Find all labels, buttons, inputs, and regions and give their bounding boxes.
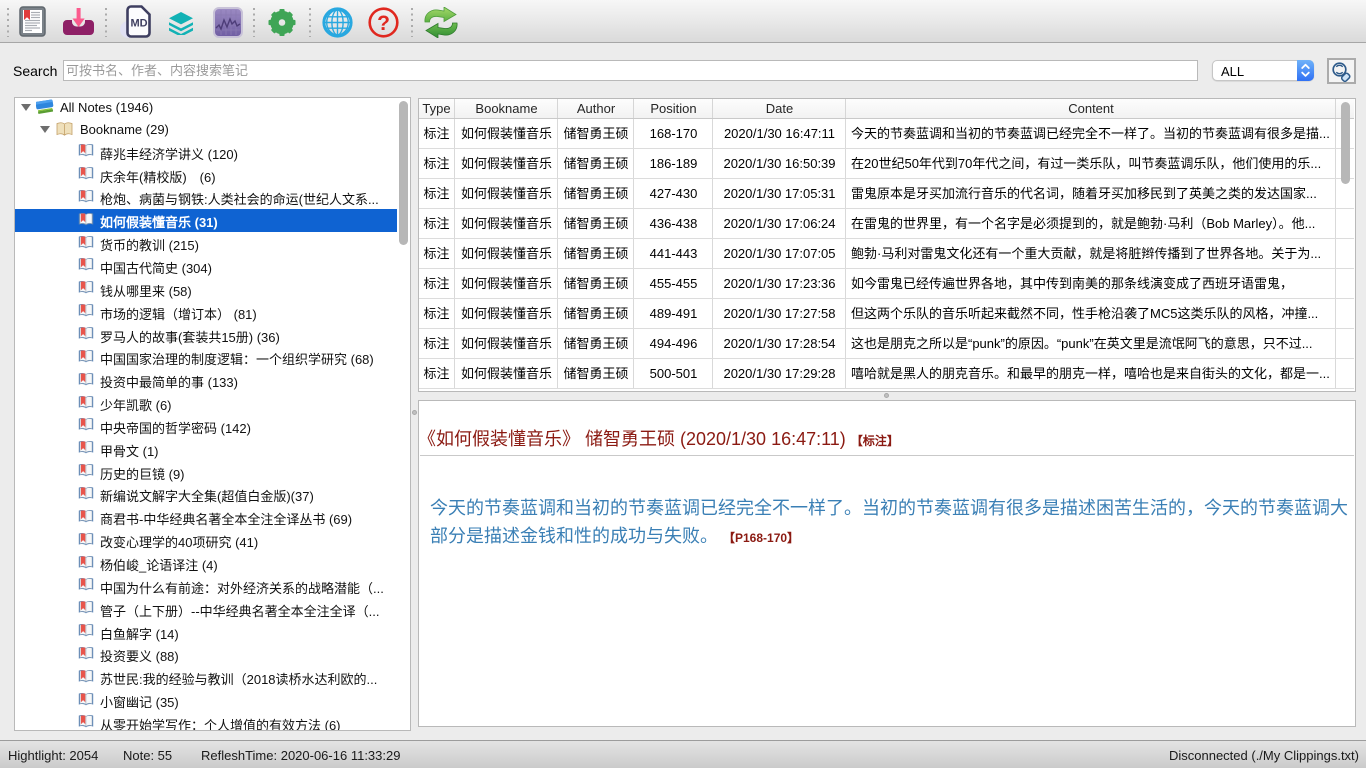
svg-text:?: ? [377, 12, 390, 35]
svg-text:MD: MD [130, 18, 147, 30]
